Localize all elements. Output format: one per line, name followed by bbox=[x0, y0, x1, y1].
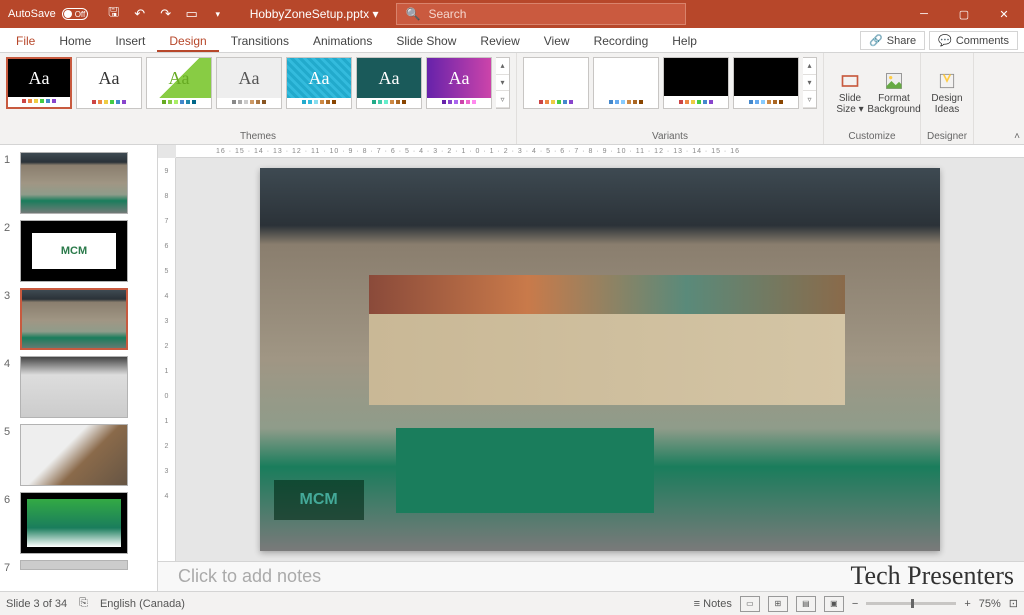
tab-help[interactable]: Help bbox=[660, 29, 709, 52]
theme-thumb-1[interactable]: Aa bbox=[6, 57, 72, 109]
theme-thumb-7[interactable]: Aa bbox=[426, 57, 492, 109]
theme-thumb-5[interactable]: Aa bbox=[286, 57, 352, 109]
zoom-slider[interactable] bbox=[866, 602, 956, 605]
document-title[interactable]: HobbyZoneSetup.pptx ▾ bbox=[250, 7, 379, 21]
tab-review[interactable]: Review bbox=[468, 29, 531, 52]
slide-thumb-2[interactable]: MCM bbox=[20, 220, 128, 282]
slide-photo: MCM bbox=[260, 168, 940, 551]
slide-number: 1 bbox=[4, 152, 16, 214]
zoom-level[interactable]: 75% bbox=[979, 598, 1001, 610]
save-icon[interactable]: 🖫 bbox=[102, 2, 126, 26]
notes-pane[interactable]: Click to add notes Tech Presenters bbox=[158, 561, 1024, 591]
share-icon: 🔗 bbox=[869, 34, 883, 47]
ribbon: Aa Aa Aa Aa Aa Aa Aa ▴▾▿ Themes ▴▾▿ Vari… bbox=[0, 53, 1024, 145]
slide-number: 6 bbox=[4, 492, 16, 554]
autosave-label: AutoSave bbox=[8, 8, 56, 20]
variant-thumb-2[interactable] bbox=[593, 57, 659, 109]
designer-group-label: Designer bbox=[927, 131, 967, 142]
slide-number: 4 bbox=[4, 356, 16, 418]
tab-design[interactable]: Design bbox=[157, 29, 218, 52]
search-icon: 🔍 bbox=[405, 7, 420, 21]
variants-more-button[interactable]: ▴▾▿ bbox=[803, 57, 817, 109]
horizontal-ruler[interactable]: 16 · 15 · 14 · 13 · 12 · 11 · 10 · 9 · 8… bbox=[176, 145, 1024, 158]
variants-group-label: Variants bbox=[523, 131, 817, 142]
customize-group-label: Customize bbox=[830, 131, 914, 142]
tab-transitions[interactable]: Transitions bbox=[219, 29, 301, 52]
tab-home[interactable]: Home bbox=[47, 29, 103, 52]
editor-area: 16 · 15 · 14 · 13 · 12 · 11 · 10 · 9 · 8… bbox=[158, 145, 1024, 591]
notes-toggle[interactable]: ≡ Notes bbox=[694, 598, 732, 610]
notes-placeholder: Click to add notes bbox=[178, 566, 321, 587]
theme-thumb-6[interactable]: Aa bbox=[356, 57, 422, 109]
quick-access-toolbar: 🖫 ↶ ↷ ▭ ▾ bbox=[102, 2, 230, 26]
comments-button[interactable]: 💬Comments bbox=[929, 31, 1018, 50]
tab-animations[interactable]: Animations bbox=[301, 29, 384, 52]
slide-thumb-6[interactable] bbox=[20, 492, 128, 554]
themes-more-button[interactable]: ▴▾▿ bbox=[496, 57, 510, 109]
sorter-view-button[interactable]: ⊞ bbox=[768, 596, 788, 612]
slide-thumb-3[interactable] bbox=[20, 288, 128, 350]
slide-size-button[interactable]: Slide Size ▾ bbox=[830, 57, 870, 129]
variants-gallery: ▴▾▿ bbox=[523, 57, 817, 129]
search-placeholder: Search bbox=[428, 7, 466, 21]
slide-number: 3 bbox=[4, 288, 16, 350]
share-button[interactable]: 🔗Share bbox=[860, 31, 925, 50]
reading-view-button[interactable]: ▤ bbox=[796, 596, 816, 612]
format-background-button[interactable]: Format Background bbox=[874, 57, 914, 129]
watermark-text: Tech Presenters bbox=[850, 561, 1014, 591]
photo-logo: MCM bbox=[274, 480, 364, 520]
maximize-button[interactable]: ▢ bbox=[944, 0, 984, 28]
comments-icon: 💬 bbox=[938, 34, 952, 47]
slide-thumb-7[interactable] bbox=[20, 560, 128, 570]
zoom-out-button[interactable]: − bbox=[852, 598, 858, 610]
variant-thumb-1[interactable] bbox=[523, 57, 589, 109]
ribbon-tabs: File Home Insert Design Transitions Anim… bbox=[0, 28, 1024, 53]
design-ideas-button[interactable]: Design Ideas bbox=[927, 57, 967, 129]
slide-panel[interactable]: 1 2MCM 3 4 5 6 7 bbox=[0, 145, 158, 591]
toggle-switch[interactable]: Off bbox=[62, 8, 88, 20]
tab-view[interactable]: View bbox=[532, 29, 582, 52]
slide-number: 2 bbox=[4, 220, 16, 282]
tab-file[interactable]: File bbox=[4, 29, 47, 52]
title-bar: AutoSave Off 🖫 ↶ ↷ ▭ ▾ HobbyZoneSetup.pp… bbox=[0, 0, 1024, 28]
tab-recording[interactable]: Recording bbox=[582, 29, 661, 52]
slide-canvas[interactable]: MCM bbox=[260, 168, 940, 551]
main-area: 1 2MCM 3 4 5 6 7 16 · 15 · 14 · 13 · 12 … bbox=[0, 145, 1024, 591]
undo-icon[interactable]: ↶ bbox=[128, 2, 152, 26]
slide-thumb-5[interactable] bbox=[20, 424, 128, 486]
status-bar: Slide 3 of 34 ⎘ English (Canada) ≡ Notes… bbox=[0, 591, 1024, 615]
fit-to-window-button[interactable]: ⊡ bbox=[1009, 597, 1018, 610]
theme-thumb-3[interactable]: Aa bbox=[146, 57, 212, 109]
slide-canvas-area[interactable]: MCM bbox=[176, 158, 1024, 561]
slideshow-view-button[interactable]: ▣ bbox=[824, 596, 844, 612]
slide-number: 7 bbox=[4, 560, 16, 574]
variant-thumb-4[interactable] bbox=[733, 57, 799, 109]
close-button[interactable]: ✕ bbox=[984, 0, 1024, 28]
redo-icon[interactable]: ↷ bbox=[154, 2, 178, 26]
slide-thumb-1[interactable] bbox=[20, 152, 128, 214]
tab-slideshow[interactable]: Slide Show bbox=[384, 29, 468, 52]
normal-view-button[interactable]: ▭ bbox=[740, 596, 760, 612]
zoom-in-button[interactable]: + bbox=[964, 598, 970, 610]
slide-number: 5 bbox=[4, 424, 16, 486]
theme-thumb-4[interactable]: Aa bbox=[216, 57, 282, 109]
variant-thumb-3[interactable] bbox=[663, 57, 729, 109]
accessibility-icon[interactable]: ⎘ bbox=[79, 597, 88, 610]
slide-counter[interactable]: Slide 3 of 34 bbox=[6, 598, 67, 610]
slide-thumb-4[interactable] bbox=[20, 356, 128, 418]
search-box[interactable]: 🔍 Search bbox=[396, 3, 686, 25]
qat-more-icon[interactable]: ▾ bbox=[206, 2, 230, 26]
tab-insert[interactable]: Insert bbox=[103, 29, 157, 52]
language-status[interactable]: English (Canada) bbox=[100, 598, 185, 610]
collapse-ribbon-icon[interactable]: ˄ bbox=[1014, 131, 1020, 142]
themes-group-label: Themes bbox=[6, 131, 510, 142]
theme-thumb-2[interactable]: Aa bbox=[76, 57, 142, 109]
slideshow-icon[interactable]: ▭ bbox=[180, 2, 204, 26]
themes-gallery: Aa Aa Aa Aa Aa Aa Aa ▴▾▿ bbox=[6, 57, 510, 129]
minimize-button[interactable]: ─ bbox=[904, 0, 944, 28]
vertical-ruler[interactable]: 98765432101234 bbox=[158, 158, 176, 561]
autosave-toggle[interactable]: AutoSave Off bbox=[0, 8, 96, 20]
